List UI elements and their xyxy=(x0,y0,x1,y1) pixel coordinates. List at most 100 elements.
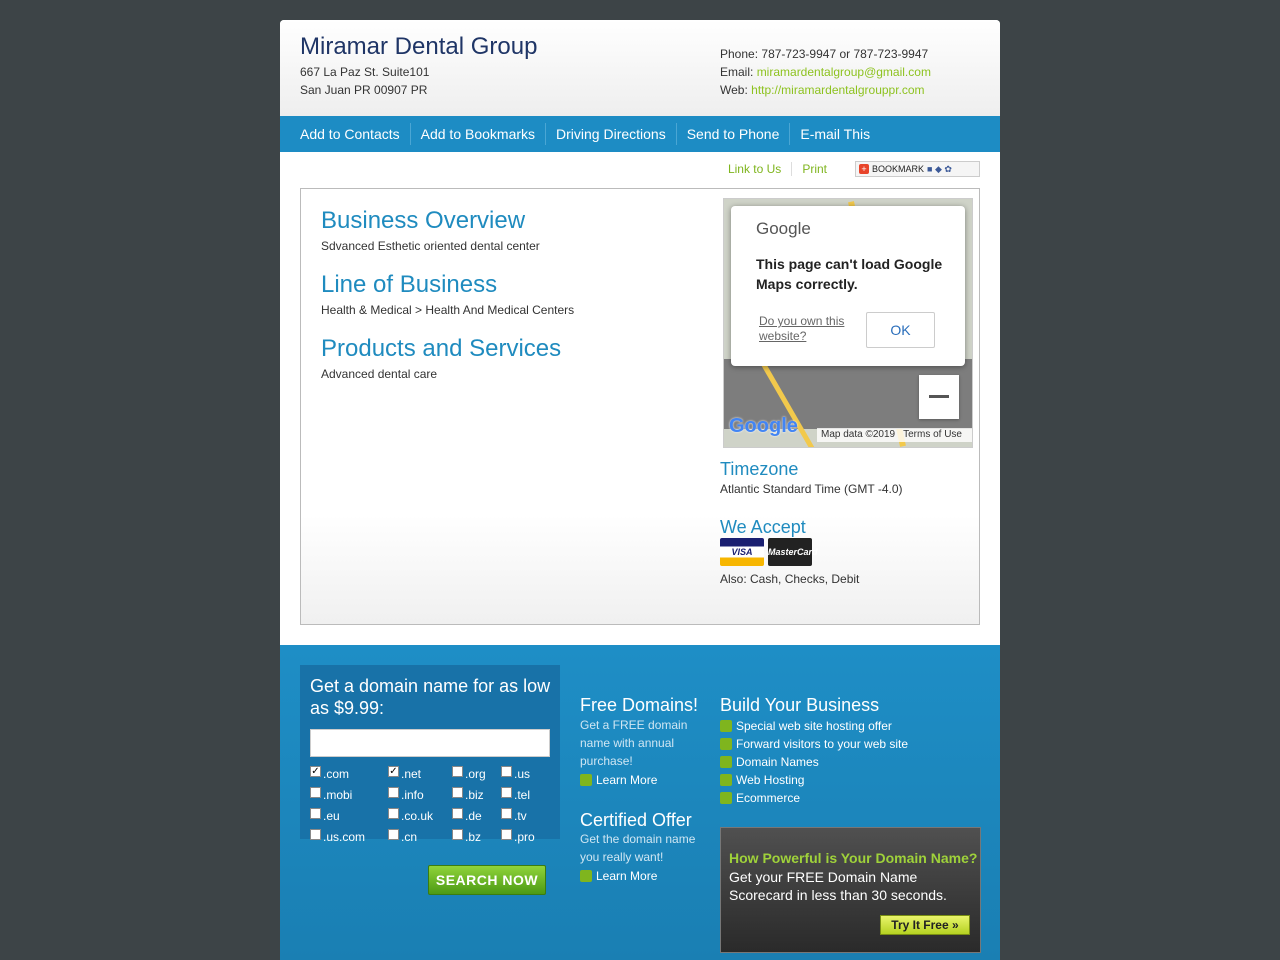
minus-icon xyxy=(929,395,949,398)
bullet-icon xyxy=(580,774,592,786)
products-services-title: Products and Services xyxy=(321,335,562,362)
tld-option[interactable]: .info xyxy=(388,786,424,802)
nav-driving-directions[interactable]: Driving Directions xyxy=(546,123,677,145)
tld-option[interactable]: .us.com xyxy=(310,828,365,844)
link-to-us[interactable]: Link to Us xyxy=(718,162,793,176)
tld-checkbox[interactable]: ✓ xyxy=(388,765,399,777)
social-icons: ■ ◆ ✿ xyxy=(927,163,952,174)
certified-offer-learn-more[interactable]: Learn More xyxy=(580,869,657,883)
tld-option[interactable]: .bz xyxy=(452,828,482,844)
footer: Get a domain name for as low as $9.99: ✓… xyxy=(280,645,1000,960)
tld-label: .eu xyxy=(323,809,340,823)
nav-add-to-bookmarks[interactable]: Add to Bookmarks xyxy=(411,123,547,145)
web-label: Web: xyxy=(720,83,748,97)
tld-option[interactable]: .pro xyxy=(501,828,535,844)
google-watermark: Google xyxy=(729,415,798,437)
tld-label: .de xyxy=(465,809,482,823)
map-data-text: Map data ©2019 xyxy=(821,429,896,440)
tld-checkbox[interactable] xyxy=(501,765,512,777)
tld-option[interactable]: .co.uk xyxy=(388,807,434,823)
build-business-item[interactable]: Special web site hosting offer xyxy=(720,719,892,733)
try-it-free-label: Try It Free xyxy=(891,918,949,932)
build-business-label: Forward visitors to your web site xyxy=(736,737,909,751)
tld-checkbox[interactable] xyxy=(388,786,399,798)
build-business-item[interactable]: Ecommerce xyxy=(720,791,800,805)
tld-option[interactable]: .org xyxy=(452,765,486,781)
tld-label: .bz xyxy=(465,830,482,844)
own-website-link[interactable]: Do you own this website? xyxy=(759,314,859,344)
tld-checkbox[interactable] xyxy=(501,786,512,798)
tld-option[interactable]: .cn xyxy=(388,828,417,844)
tld-option[interactable]: .de xyxy=(452,807,482,823)
website-link[interactable]: http://miramardentalgrouppr.com xyxy=(751,83,924,97)
tld-checkbox[interactable] xyxy=(388,807,399,819)
try-it-free-button[interactable]: Try It Free » xyxy=(880,915,970,935)
map-ok-button[interactable]: OK xyxy=(866,312,935,348)
tld-option[interactable]: ✓ .com xyxy=(310,765,349,781)
free-domains-learn-more[interactable]: Learn More xyxy=(580,773,657,787)
tld-option[interactable]: .tel xyxy=(501,786,530,802)
tld-checkbox[interactable] xyxy=(310,828,321,840)
bullet-icon xyxy=(720,792,732,804)
domain-scorecard-promo[interactable]: How Powerful is Your Domain Name? Get yo… xyxy=(720,827,981,953)
also-accepted-text: Also: Cash, Checks, Debit xyxy=(720,572,860,586)
nav-send-to-phone[interactable]: Send to Phone xyxy=(677,123,791,145)
search-now-button[interactable]: SEARCH NOW xyxy=(428,865,546,895)
plus-icon: + xyxy=(859,164,869,174)
business-overview-text: Sdvanced Esthetic oriented dental center xyxy=(321,239,540,253)
tld-option[interactable]: .tv xyxy=(501,807,527,823)
promo-heading: How Powerful is Your Domain Name? xyxy=(729,850,978,866)
tld-checkbox[interactable] xyxy=(501,807,512,819)
business-overview-title: Business Overview xyxy=(321,207,526,234)
tld-label: .info xyxy=(401,788,424,802)
map-zoom-out-button[interactable] xyxy=(919,375,959,419)
email-label: Email: xyxy=(720,65,754,79)
google-map[interactable]: Google This page can't load Google Maps … xyxy=(723,198,973,448)
tld-checkbox[interactable] xyxy=(388,828,399,840)
action-nav: Add to Contacts Add to Bookmarks Driving… xyxy=(280,116,1000,152)
we-accept-title: We Accept xyxy=(720,517,806,537)
tld-option[interactable]: .mobi xyxy=(310,786,352,802)
tld-option[interactable]: ✓ .net xyxy=(388,765,422,781)
tld-checkbox[interactable] xyxy=(501,828,512,840)
nav-email-this[interactable]: E-mail This xyxy=(790,123,880,145)
tld-option[interactable]: .eu xyxy=(310,807,340,823)
tld-label: .biz xyxy=(465,788,484,802)
print-link[interactable]: Print xyxy=(792,162,837,176)
email-link[interactable]: miramardentalgroup@gmail.com xyxy=(757,65,931,79)
nav-add-to-contacts[interactable]: Add to Contacts xyxy=(290,123,411,145)
business-name: Miramar Dental Group xyxy=(300,33,538,60)
tld-checkbox[interactable] xyxy=(452,765,463,777)
domain-search-title: Get a domain name for as low as $9.99: xyxy=(310,676,551,718)
tld-option[interactable]: .us xyxy=(501,765,530,781)
timezone-text: Atlantic Standard Time (GMT -4.0) xyxy=(720,482,903,496)
domain-search-input[interactable] xyxy=(310,729,550,757)
build-business-item[interactable]: Domain Names xyxy=(720,755,819,769)
build-business-item[interactable]: Forward visitors to your web site xyxy=(720,737,908,751)
bullet-icon xyxy=(720,720,732,732)
main-content: Business Overview Sdvanced Esthetic orie… xyxy=(300,188,980,625)
tld-option[interactable]: .biz xyxy=(452,786,484,802)
tld-checkbox[interactable] xyxy=(452,807,463,819)
tld-checkbox[interactable] xyxy=(310,786,321,798)
domain-search-box: Get a domain name for as low as $9.99: ✓… xyxy=(300,665,560,844)
build-business-label: Special web site hosting offer xyxy=(736,719,892,733)
utility-links: Link to Us Print + BOOKMARK ■ ◆ ✿ xyxy=(718,161,980,177)
bookmark-button[interactable]: + BOOKMARK ■ ◆ ✿ xyxy=(855,161,980,177)
phone-label: Phone: xyxy=(720,47,759,61)
learn-more-label: Learn More xyxy=(596,773,658,787)
tld-label: .co.uk xyxy=(401,809,434,823)
tld-checkbox[interactable]: ✓ xyxy=(310,765,321,777)
tld-checkbox[interactable] xyxy=(310,807,321,819)
build-business-item[interactable]: Web Hosting xyxy=(720,773,804,787)
tld-checkbox[interactable] xyxy=(452,786,463,798)
terms-link[interactable]: Terms of Use xyxy=(899,428,966,442)
line-of-business-text: Health & Medical > Health And Medical Ce… xyxy=(321,303,575,317)
build-business-label: Domain Names xyxy=(736,755,819,769)
bullet-icon xyxy=(720,756,732,768)
tld-label: .net xyxy=(401,767,422,781)
visa-card-icon: VISA xyxy=(720,538,764,566)
tld-checkbox[interactable] xyxy=(452,828,463,840)
mastercard-icon: MasterCard xyxy=(768,538,818,566)
chevron-right-icon: » xyxy=(952,918,959,932)
